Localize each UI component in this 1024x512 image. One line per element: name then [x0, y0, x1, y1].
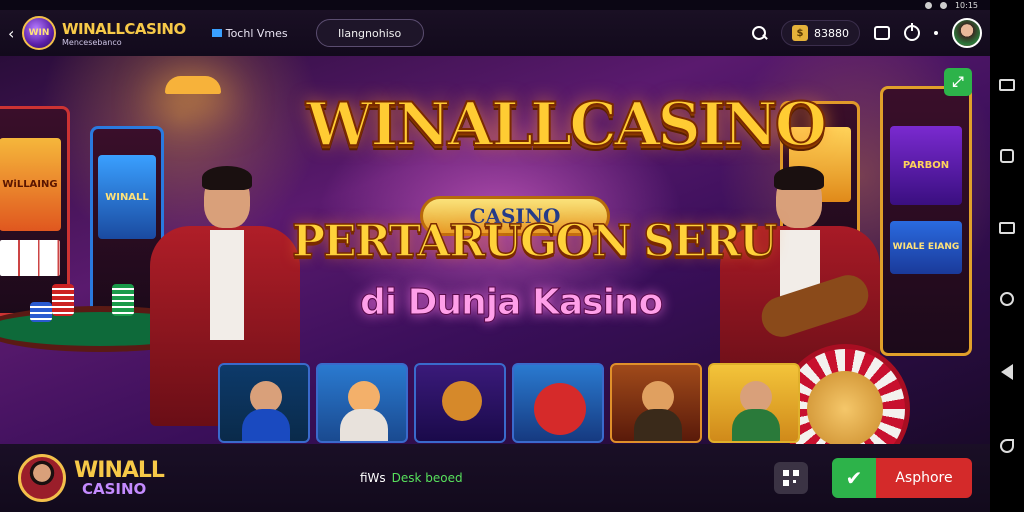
coin-icon: $ [792, 25, 808, 41]
wifi-icon [939, 1, 947, 9]
flag-icon [211, 29, 222, 37]
game-tile-chip [534, 383, 586, 435]
slot-right-screen: PARBON [889, 125, 963, 206]
chip-stack-red [52, 284, 74, 316]
character-left-hair [202, 166, 252, 190]
bottom-status-accent: Desk beoed [391, 471, 463, 485]
power-icon[interactable] [904, 23, 920, 41]
cta-button[interactable]: ✔ Asphore [832, 458, 972, 498]
slot-left-reels [0, 239, 60, 277]
qr-button[interactable] [774, 462, 808, 494]
status-bar: 10:15 [0, 0, 990, 10]
search-icon[interactable] [751, 25, 767, 41]
pill-button[interactable]: Ilangnohiso [315, 19, 424, 47]
game-tile[interactable] [610, 363, 702, 443]
nav-link[interactable]: Tochl Vmes [211, 26, 288, 40]
home-icon[interactable] [1000, 292, 1014, 307]
android-nav-bar [990, 0, 1024, 512]
brand-subtitle: Mencesebanco [62, 37, 122, 47]
hero-tagline-secondary: di Dunja Kasino [359, 282, 663, 324]
game-tile-body [242, 409, 290, 441]
chip-stack-green [112, 284, 134, 316]
bottom-brand-line2: CASINO [82, 479, 147, 498]
game-tile-body [340, 409, 388, 441]
recents-icon[interactable] [999, 221, 1015, 234]
game-tile[interactable] [218, 363, 310, 443]
signal-icon [924, 1, 932, 9]
menu-dot-icon[interactable] [934, 31, 938, 35]
game-tile-body [732, 409, 780, 441]
nav-link-label: Tochl Vmes [225, 26, 288, 40]
game-tile[interactable] [708, 363, 800, 443]
check-icon: ✔ [832, 458, 876, 498]
bottom-brand-line1: WINALL [74, 457, 165, 483]
back-icon[interactable] [1001, 364, 1013, 381]
bottom-bar: WINALL CASINO fiWs Desk beoed ✔ Asphore [0, 444, 990, 512]
game-tiles [218, 363, 800, 443]
brand-name: WINALLCASINO [62, 19, 186, 38]
bottom-status: fiWs Desk beoed [360, 471, 463, 485]
chip-stack-blue [30, 302, 52, 322]
game-tile-character [442, 381, 482, 421]
character-right-hair [774, 166, 824, 190]
cta-label: Asphore [876, 458, 972, 498]
hero-tagline: PERTARUGON SERU [291, 215, 778, 268]
slot-right-screen-2: WIALE EIANG [889, 221, 963, 274]
user-avatar[interactable] [952, 18, 982, 48]
brand: WINALLCASINO Mencesebanco [62, 20, 186, 47]
top-right-actions: $ 83880 [751, 18, 982, 48]
back-chevron-icon[interactable]: ‹ [8, 24, 22, 43]
game-tile[interactable] [316, 363, 408, 443]
slot-machine-right: PARBON WIALE EIANG [880, 86, 972, 356]
bottom-status-prefix: fiWs [359, 471, 386, 485]
screenshot-icon[interactable] [999, 79, 1015, 92]
game-tile[interactable] [512, 363, 604, 443]
character-left-shirt [210, 230, 244, 340]
top-bar: ‹ WIN WINALLCASINO Mencesebanco Tochl Vm… [0, 10, 990, 56]
slot-center-screen: WINALL [98, 154, 156, 240]
bottom-avatar[interactable] [18, 454, 66, 502]
balance-pill[interactable]: $ 83880 [781, 20, 860, 46]
cashier-icon[interactable] [874, 26, 890, 40]
camera-icon[interactable] [1000, 149, 1014, 164]
qr-icon [783, 470, 799, 486]
game-tile-body [634, 409, 682, 441]
game-tile[interactable] [414, 363, 506, 443]
slot-left-screen: WiLLAING [0, 137, 62, 232]
rotate-icon[interactable] [1000, 438, 1014, 453]
expand-icon[interactable]: ⤢ [944, 68, 972, 96]
bottom-brand: WINALL CASINO [74, 457, 165, 498]
hero-banner: WiLLAING WINALL PARBON WIALE EIANG WINAL… [0, 56, 990, 444]
status-time: 10:15 [954, 0, 978, 10]
balance-value: 83880 [814, 26, 849, 40]
brand-logo-icon[interactable]: WIN [22, 16, 56, 50]
ceiling-lamp [165, 76, 221, 94]
hero-title: WINALLCASINO [305, 89, 828, 161]
